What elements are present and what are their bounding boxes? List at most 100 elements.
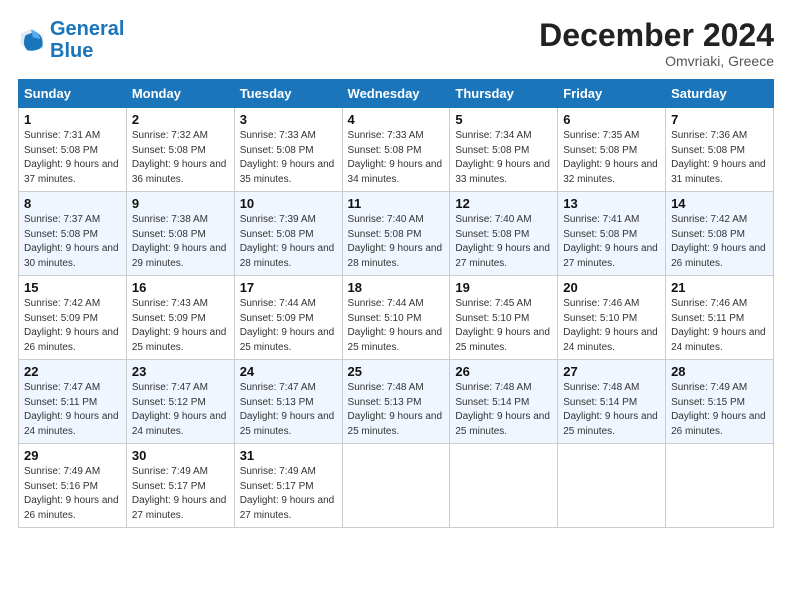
day-number: 5 bbox=[455, 112, 552, 127]
day-number: 15 bbox=[24, 280, 121, 295]
calendar-week-row: 8 Sunrise: 7:37 AMSunset: 5:08 PMDaylight… bbox=[19, 192, 774, 276]
cell-text: Sunrise: 7:47 AMSunset: 5:13 PMDaylight:… bbox=[240, 382, 335, 437]
col-header-wednesday: Wednesday bbox=[342, 80, 450, 108]
col-header-friday: Friday bbox=[558, 80, 666, 108]
day-number: 24 bbox=[240, 364, 337, 379]
calendar-week-row: 1 Sunrise: 7:31 AMSunset: 5:08 PMDaylight… bbox=[19, 108, 774, 192]
calendar-cell: 10 Sunrise: 7:39 AMSunset: 5:08 PMDayligh… bbox=[234, 192, 342, 276]
day-number: 21 bbox=[671, 280, 768, 295]
cell-text: Sunrise: 7:33 AMSunset: 5:08 PMDaylight:… bbox=[348, 130, 443, 185]
calendar-cell: 23 Sunrise: 7:47 AMSunset: 5:12 PMDayligh… bbox=[126, 360, 234, 444]
day-number: 22 bbox=[24, 364, 121, 379]
cell-text: Sunrise: 7:40 AMSunset: 5:08 PMDaylight:… bbox=[348, 214, 443, 269]
cell-text: Sunrise: 7:49 AMSunset: 5:15 PMDaylight:… bbox=[671, 382, 766, 437]
calendar-cell: 7 Sunrise: 7:36 AMSunset: 5:08 PMDaylight… bbox=[666, 108, 774, 192]
calendar-cell: 2Sunrise: 7:32 AMSunset: 5:08 PMDaylight… bbox=[126, 108, 234, 192]
calendar-cell: 19 Sunrise: 7:45 AMSunset: 5:10 PMDayligh… bbox=[450, 276, 558, 360]
calendar-week-row: 22 Sunrise: 7:47 AMSunset: 5:11 PMDayligh… bbox=[19, 360, 774, 444]
cell-text: Sunrise: 7:48 AMSunset: 5:14 PMDaylight:… bbox=[455, 382, 550, 437]
calendar-cell: 25 Sunrise: 7:48 AMSunset: 5:13 PMDayligh… bbox=[342, 360, 450, 444]
calendar-cell bbox=[342, 444, 450, 528]
logo-general: General bbox=[50, 18, 124, 40]
day-number: 28 bbox=[671, 364, 768, 379]
day-number: 23 bbox=[132, 364, 229, 379]
calendar-cell: 22 Sunrise: 7:47 AMSunset: 5:11 PMDayligh… bbox=[19, 360, 127, 444]
calendar-week-row: 29Sunrise: 7:49 AMSunset: 5:16 PMDayligh… bbox=[19, 444, 774, 528]
day-number: 16 bbox=[132, 280, 229, 295]
cell-text: Sunrise: 7:34 AMSunset: 5:08 PMDaylight:… bbox=[455, 130, 550, 185]
col-header-thursday: Thursday bbox=[450, 80, 558, 108]
day-number: 30 bbox=[132, 448, 229, 463]
day-number: 4 bbox=[348, 112, 445, 127]
calendar-cell: 15 Sunrise: 7:42 AMSunset: 5:09 PMDayligh… bbox=[19, 276, 127, 360]
calendar-week-row: 15 Sunrise: 7:42 AMSunset: 5:09 PMDayligh… bbox=[19, 276, 774, 360]
calendar-cell bbox=[666, 444, 774, 528]
day-number: 7 bbox=[671, 112, 768, 127]
calendar-cell: 20 Sunrise: 7:46 AMSunset: 5:10 PMDayligh… bbox=[558, 276, 666, 360]
cell-text: Sunrise: 7:42 AMSunset: 5:08 PMDaylight:… bbox=[671, 214, 766, 269]
cell-text: Sunrise: 7:47 AMSunset: 5:12 PMDaylight:… bbox=[132, 382, 227, 437]
cell-text: Sunrise: 7:47 AMSunset: 5:11 PMDaylight:… bbox=[24, 382, 119, 437]
calendar-cell: 11 Sunrise: 7:40 AMSunset: 5:08 PMDayligh… bbox=[342, 192, 450, 276]
day-number: 1 bbox=[24, 112, 121, 127]
month-title: December 2024 bbox=[539, 18, 774, 53]
day-number: 27 bbox=[563, 364, 660, 379]
cell-text: Sunrise: 7:43 AMSunset: 5:09 PMDaylight:… bbox=[132, 298, 227, 353]
calendar-cell: 26Sunrise: 7:48 AMSunset: 5:14 PMDayligh… bbox=[450, 360, 558, 444]
cell-text: Sunrise: 7:36 AMSunset: 5:08 PMDaylight:… bbox=[671, 130, 766, 185]
calendar-cell: 6Sunrise: 7:35 AMSunset: 5:08 PMDaylight… bbox=[558, 108, 666, 192]
calendar-cell: 17Sunrise: 7:44 AMSunset: 5:09 PMDayligh… bbox=[234, 276, 342, 360]
cell-text: Sunrise: 7:44 AMSunset: 5:10 PMDaylight:… bbox=[348, 298, 443, 353]
calendar-cell: 24 Sunrise: 7:47 AMSunset: 5:13 PMDayligh… bbox=[234, 360, 342, 444]
calendar-cell: 21 Sunrise: 7:46 AMSunset: 5:11 PMDayligh… bbox=[666, 276, 774, 360]
calendar-cell: 13Sunrise: 7:41 AMSunset: 5:08 PMDayligh… bbox=[558, 192, 666, 276]
day-number: 12 bbox=[455, 196, 552, 211]
calendar-cell bbox=[450, 444, 558, 528]
calendar-cell: 28 Sunrise: 7:49 AMSunset: 5:15 PMDayligh… bbox=[666, 360, 774, 444]
logo-icon bbox=[18, 26, 46, 54]
cell-text: Sunrise: 7:45 AMSunset: 5:10 PMDaylight:… bbox=[455, 298, 550, 353]
cell-text: Sunrise: 7:32 AMSunset: 5:08 PMDaylight:… bbox=[132, 130, 227, 185]
calendar-cell: 4 Sunrise: 7:33 AMSunset: 5:08 PMDaylight… bbox=[342, 108, 450, 192]
location-subtitle: Omvriaki, Greece bbox=[539, 53, 774, 69]
logo-text: General Blue bbox=[50, 18, 124, 62]
cell-text: Sunrise: 7:48 AMSunset: 5:13 PMDaylight:… bbox=[348, 382, 443, 437]
day-number: 25 bbox=[348, 364, 445, 379]
cell-text: Sunrise: 7:40 AMSunset: 5:08 PMDaylight:… bbox=[455, 214, 550, 269]
calendar-cell: 29Sunrise: 7:49 AMSunset: 5:16 PMDayligh… bbox=[19, 444, 127, 528]
day-number: 19 bbox=[455, 280, 552, 295]
cell-text: Sunrise: 7:42 AMSunset: 5:09 PMDaylight:… bbox=[24, 298, 119, 353]
col-header-saturday: Saturday bbox=[666, 80, 774, 108]
col-header-monday: Monday bbox=[126, 80, 234, 108]
day-number: 20 bbox=[563, 280, 660, 295]
page: General Blue December 2024 Omvriaki, Gre… bbox=[0, 0, 792, 612]
cell-text: Sunrise: 7:46 AMSunset: 5:10 PMDaylight:… bbox=[563, 298, 658, 353]
calendar-table: SundayMondayTuesdayWednesdayThursdayFrid… bbox=[18, 79, 774, 528]
col-header-tuesday: Tuesday bbox=[234, 80, 342, 108]
day-number: 11 bbox=[348, 196, 445, 211]
day-number: 3 bbox=[240, 112, 337, 127]
col-header-sunday: Sunday bbox=[19, 80, 127, 108]
day-number: 9 bbox=[132, 196, 229, 211]
cell-text: Sunrise: 7:31 AMSunset: 5:08 PMDaylight:… bbox=[24, 130, 119, 185]
cell-text: Sunrise: 7:38 AMSunset: 5:08 PMDaylight:… bbox=[132, 214, 227, 269]
calendar-cell: 8 Sunrise: 7:37 AMSunset: 5:08 PMDaylight… bbox=[19, 192, 127, 276]
cell-text: Sunrise: 7:39 AMSunset: 5:08 PMDaylight:… bbox=[240, 214, 335, 269]
day-number: 14 bbox=[671, 196, 768, 211]
cell-text: Sunrise: 7:37 AMSunset: 5:08 PMDaylight:… bbox=[24, 214, 119, 269]
calendar-cell: 9 Sunrise: 7:38 AMSunset: 5:08 PMDaylight… bbox=[126, 192, 234, 276]
cell-text: Sunrise: 7:49 AMSunset: 5:17 PMDaylight:… bbox=[132, 466, 227, 521]
calendar-cell: 14 Sunrise: 7:42 AMSunset: 5:08 PMDayligh… bbox=[666, 192, 774, 276]
calendar-cell: 27 Sunrise: 7:48 AMSunset: 5:14 PMDayligh… bbox=[558, 360, 666, 444]
cell-text: Sunrise: 7:48 AMSunset: 5:14 PMDaylight:… bbox=[563, 382, 658, 437]
calendar-cell: 30 Sunrise: 7:49 AMSunset: 5:17 PMDayligh… bbox=[126, 444, 234, 528]
cell-text: Sunrise: 7:46 AMSunset: 5:11 PMDaylight:… bbox=[671, 298, 766, 353]
cell-text: Sunrise: 7:41 AMSunset: 5:08 PMDaylight:… bbox=[563, 214, 658, 269]
day-number: 31 bbox=[240, 448, 337, 463]
day-number: 10 bbox=[240, 196, 337, 211]
calendar-header-row: SundayMondayTuesdayWednesdayThursdayFrid… bbox=[19, 80, 774, 108]
cell-text: Sunrise: 7:49 AMSunset: 5:17 PMDaylight:… bbox=[240, 466, 335, 521]
calendar-cell: 31 Sunrise: 7:49 AMSunset: 5:17 PMDayligh… bbox=[234, 444, 342, 528]
day-number: 8 bbox=[24, 196, 121, 211]
day-number: 17 bbox=[240, 280, 337, 295]
